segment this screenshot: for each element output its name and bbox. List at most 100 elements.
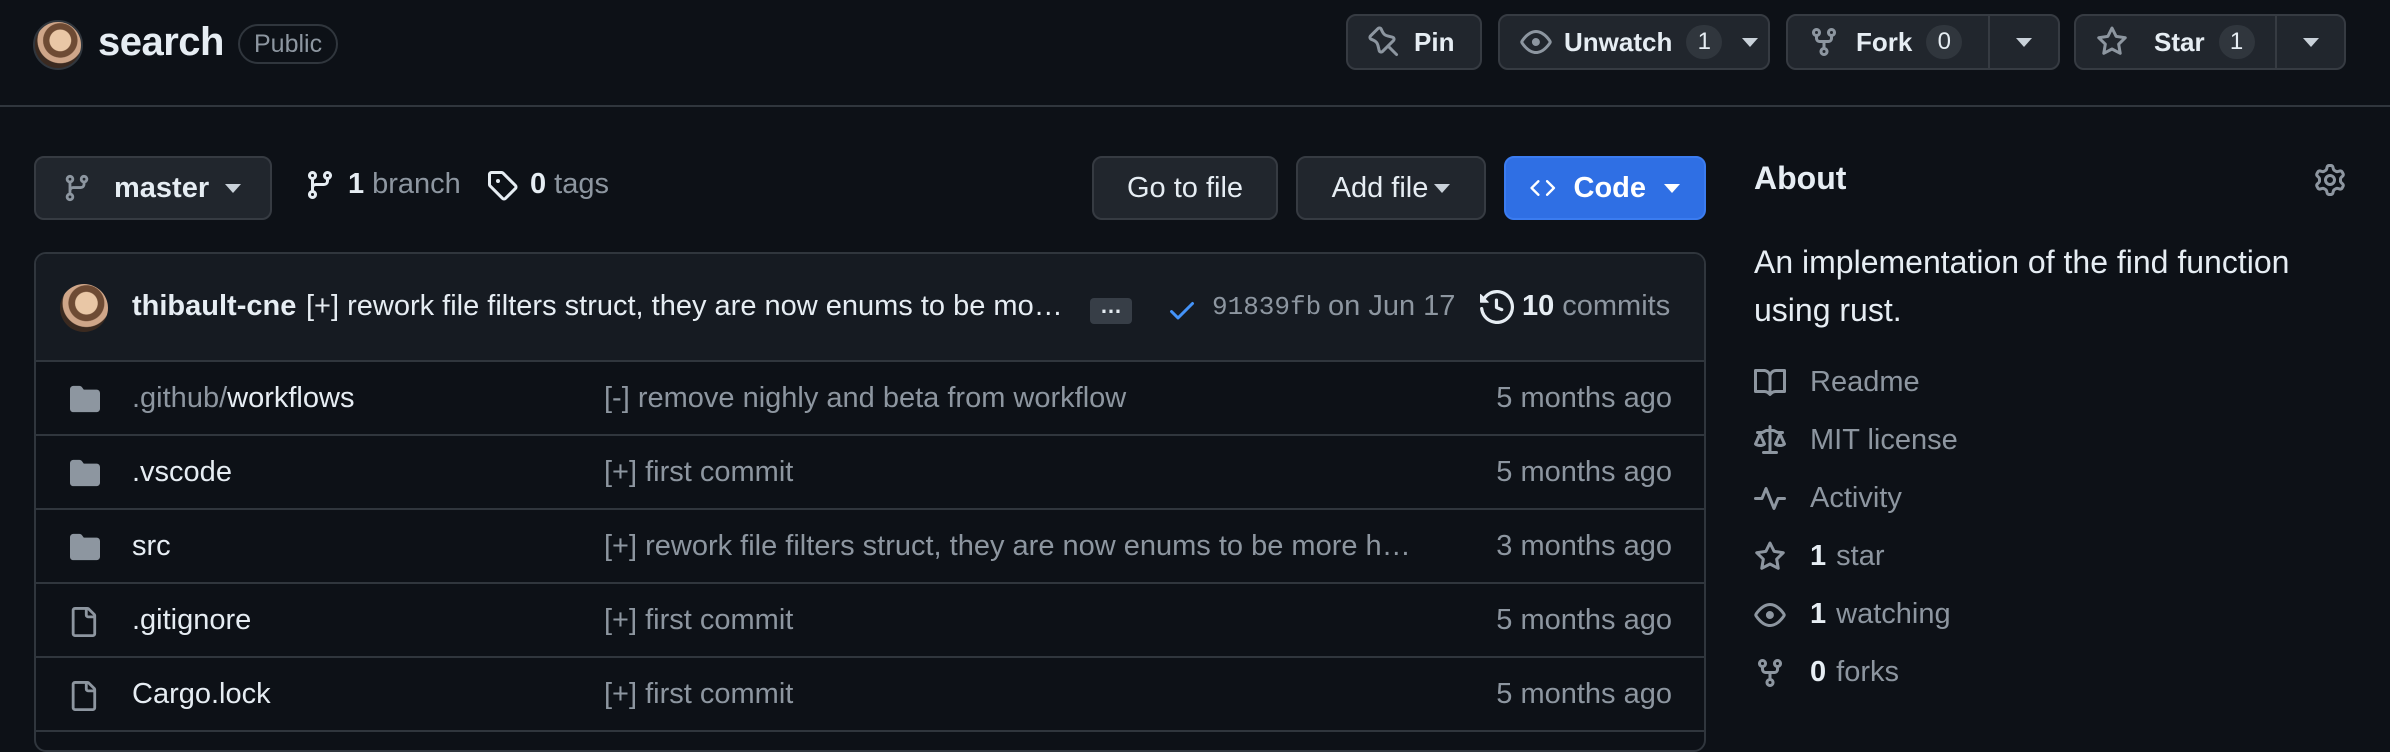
star-dropdown[interactable] xyxy=(2274,16,2345,68)
chevron-down-icon xyxy=(2302,37,2319,47)
owner-avatar[interactable] xyxy=(33,20,83,70)
branch-icon xyxy=(307,170,332,199)
file-age: 5 months ago xyxy=(1496,456,1672,488)
latest-commit-bar: thibault-cne [+] rework file filters str… xyxy=(36,254,1704,362)
chevron-down-icon xyxy=(1664,183,1680,193)
file-row[interactable]: .gitignore [+] first commit 5 months ago xyxy=(36,584,1704,658)
eye-icon xyxy=(1520,30,1552,54)
star-icon xyxy=(2097,26,2127,55)
file-commit-message[interactable]: [+] first commit xyxy=(604,678,1424,711)
tags-link[interactable]: 0 tags xyxy=(486,168,609,201)
stars-label: star xyxy=(1836,540,1885,572)
file-name[interactable]: src xyxy=(132,530,171,563)
go-to-file-button[interactable]: Go to file xyxy=(1092,156,1278,220)
chevron-down-icon xyxy=(1434,183,1451,193)
folder-icon xyxy=(70,459,100,487)
stars-link[interactable]: 1 star xyxy=(1754,540,1884,573)
forks-link[interactable]: 0 forks xyxy=(1754,656,1899,689)
fork-button[interactable]: Fork 0 xyxy=(1788,16,1988,68)
branch-count: 1 xyxy=(348,168,365,200)
repo-name[interactable]: search xyxy=(98,20,224,65)
code-icon xyxy=(1530,180,1556,196)
go-to-file-label: Go to file xyxy=(1126,171,1244,204)
pin-icon xyxy=(1368,26,1399,57)
chevron-down-icon xyxy=(2016,37,2032,47)
pin-button[interactable]: Pin xyxy=(1346,14,1482,70)
file-age: 5 months ago xyxy=(1496,678,1672,710)
fork-icon xyxy=(1758,658,1782,687)
activity-link[interactable]: Activity xyxy=(1754,482,1902,515)
file-name[interactable]: .github/workflows xyxy=(132,382,354,415)
file-row[interactable]: Cargo.lock [+] first commit 5 months ago xyxy=(36,658,1704,732)
branches-link[interactable]: 1 branch xyxy=(304,168,461,201)
forks-label: forks xyxy=(1836,656,1899,688)
law-icon xyxy=(1754,424,1786,454)
file-icon xyxy=(71,681,97,711)
file-icon xyxy=(71,607,97,637)
file-path-prefix: .github/ xyxy=(132,382,228,414)
file-name[interactable]: .gitignore xyxy=(132,604,251,637)
gear-icon[interactable] xyxy=(2314,164,2346,196)
readme-link[interactable]: Readme xyxy=(1754,366,1920,399)
unwatch-button[interactable]: Unwatch 1 xyxy=(1498,14,1770,70)
watching-count: 1 xyxy=(1810,598,1827,630)
file-name[interactable]: .vscode xyxy=(132,456,232,489)
book-icon xyxy=(1754,368,1786,396)
fork-counter: 0 xyxy=(1926,25,1963,59)
add-file-label: Add file xyxy=(1331,171,1429,204)
tag-icon xyxy=(488,170,518,201)
file-name-text: workflows xyxy=(227,382,355,414)
license-link[interactable]: MIT license xyxy=(1754,424,1958,457)
file-browser: thibault-cne [+] rework file filters str… xyxy=(34,252,1706,752)
activity-label: Activity xyxy=(1810,482,1902,514)
branch-icon xyxy=(65,174,89,202)
branch-selector[interactable]: master xyxy=(34,156,272,220)
code-button[interactable]: Code xyxy=(1504,156,1706,220)
commit-sha[interactable]: 91839fb xyxy=(1212,292,1321,322)
tag-count: 0 xyxy=(530,168,547,200)
commit-author[interactable]: thibault-cne xyxy=(132,290,296,323)
pin-label: Pin xyxy=(1414,26,1455,57)
repo-header: search Public Pin Unwatch 1 Fork 0 Star … xyxy=(0,0,2390,107)
folder-icon xyxy=(70,385,100,413)
chevron-down-icon xyxy=(1742,37,1759,47)
file-age: 5 months ago xyxy=(1496,604,1672,636)
branch-name: master xyxy=(114,171,210,204)
eye-icon xyxy=(1754,602,1786,627)
commit-date: on Jun 17 xyxy=(1328,290,1456,322)
commit-message[interactable]: [+] rework file filters struct, they are… xyxy=(306,290,1106,323)
commit-count: 10 xyxy=(1522,290,1555,322)
stars-count: 1 xyxy=(1810,540,1827,572)
file-row[interactable]: .github/workflows [-] remove nighly and … xyxy=(36,362,1704,436)
star-button[interactable]: Star 1 xyxy=(2076,16,2275,68)
commit-author-avatar[interactable] xyxy=(60,284,108,332)
folder-icon xyxy=(70,533,100,561)
file-commit-message[interactable]: [+] first commit xyxy=(604,604,1424,637)
file-commit-message[interactable]: [+] first commit xyxy=(604,456,1424,489)
chevron-down-icon xyxy=(225,183,242,193)
code-label: Code xyxy=(1573,171,1647,204)
tag-label: tags xyxy=(554,168,609,200)
file-row[interactable]: src [+] rework file filters struct, they… xyxy=(36,510,1704,584)
license-label: MIT license xyxy=(1810,424,1958,456)
expand-commit-button[interactable]: … xyxy=(1090,295,1132,324)
file-row[interactable]: .vscode [+] first commit 5 months ago xyxy=(36,436,1704,510)
star-label: Star xyxy=(2154,26,2205,57)
watching-label: watching xyxy=(1836,598,1951,630)
fork-dropdown[interactable] xyxy=(1988,16,2058,68)
commits-link[interactable]: 10 commits xyxy=(1522,290,1670,323)
unwatch-label: Unwatch xyxy=(1564,26,1673,57)
add-file-button[interactable]: Add file xyxy=(1296,156,1486,220)
watch-counter: 1 xyxy=(1686,25,1723,59)
history-icon xyxy=(1480,290,1514,324)
repo-description: An implementation of the find function u… xyxy=(1754,244,2290,328)
watchers-link[interactable]: 1 watching xyxy=(1754,598,1951,631)
file-name[interactable]: Cargo.lock xyxy=(132,678,271,711)
file-age: 5 months ago xyxy=(1496,382,1672,414)
pulse-icon xyxy=(1754,486,1786,510)
file-commit-message[interactable]: [+] rework file filters struct, they are… xyxy=(604,530,1424,563)
file-commit-message[interactable]: [-] remove nighly and beta from workflow xyxy=(604,382,1424,415)
check-icon[interactable] xyxy=(1166,294,1198,326)
star-button-group: Star 1 xyxy=(2074,14,2346,70)
fork-icon xyxy=(1812,28,1836,57)
